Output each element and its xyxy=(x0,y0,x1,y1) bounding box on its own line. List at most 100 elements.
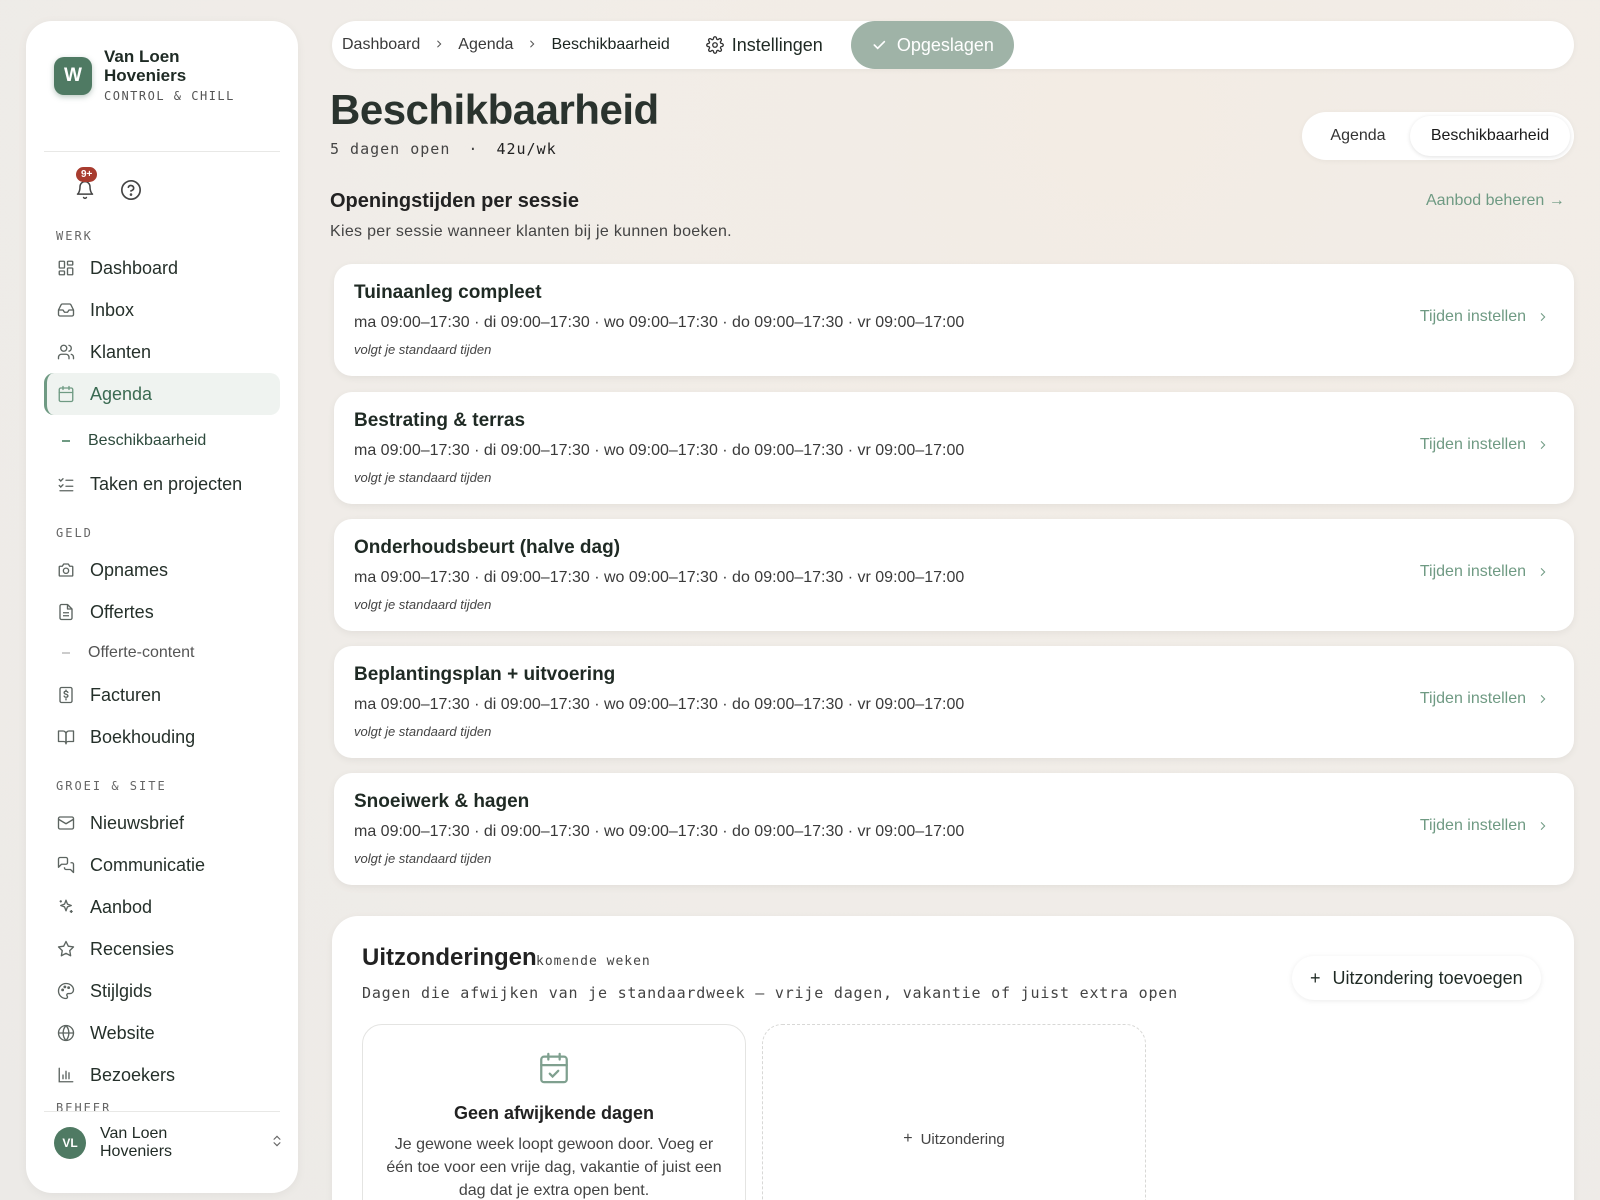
sidebar-item-label: Recensies xyxy=(90,938,175,959)
account-switcher[interactable]: VL Van Loen Hoveniers xyxy=(54,1125,284,1161)
exceptions-description: Dagen die afwijken van je standaardweek … xyxy=(362,984,1178,1002)
set-times-button[interactable]: Tijden instellen xyxy=(1420,308,1548,326)
session-name: Beplantingsplan + uitvoering xyxy=(354,664,616,685)
sidebar-item-recensies[interactable]: Recensies xyxy=(44,928,280,970)
set-times-button[interactable]: Tijden instellen xyxy=(1420,436,1548,454)
session-times: ma 09:00–17:30 · di 09:00–17:30 · wo 09:… xyxy=(354,569,965,586)
toggle-beschikbaarheid[interactable]: Beschikbaarheid xyxy=(1410,116,1570,156)
calendar-icon xyxy=(56,384,76,404)
session-card: Beplantingsplan + uitvoering ma 09:00–17… xyxy=(334,646,1574,758)
session-name: Snoeiwerk & hagen xyxy=(354,791,530,812)
session-card: Tuinaanleg compleet ma 09:00–17:30 · di … xyxy=(334,264,1574,376)
gear-icon xyxy=(705,36,724,54)
set-times-label: Tijden instellen xyxy=(1419,563,1526,580)
session-card: Onderhoudsbeurt (halve dag) ma 09:00–17:… xyxy=(334,519,1574,631)
document-icon xyxy=(56,602,76,622)
sidebar-item-offertes[interactable]: Offertes xyxy=(44,591,280,633)
saved-status-button[interactable]: Opgeslagen xyxy=(850,21,1014,69)
empty-state-card: Geen afwijkende dagen Je gewone week loo… xyxy=(362,1024,746,1200)
subitem-marker xyxy=(62,440,70,442)
notifications-button[interactable]: 9+ xyxy=(72,167,98,203)
page-title: Beschikbaarheid xyxy=(330,86,659,133)
sidebar-item-aanbod[interactable]: Aanbod xyxy=(44,886,280,928)
sidebar-item-website[interactable]: Website xyxy=(44,1012,280,1054)
sidebar-item-nieuwsbrief[interactable]: Nieuwsbrief xyxy=(44,802,280,844)
sidebar-item-facturen[interactable]: Facturen xyxy=(44,674,280,716)
session-card: Bestrating & terras ma 09:00–17:30 · di … xyxy=(334,392,1574,504)
breadcrumb-agenda[interactable]: Agenda xyxy=(458,36,513,54)
sidebar-item-dashboard[interactable]: Dashboard xyxy=(44,247,280,289)
days-open: 5 dagen open xyxy=(330,140,451,158)
saved-label: Opgeslagen xyxy=(896,34,994,55)
star-icon xyxy=(56,939,76,959)
sidebar-subitem-beschikbaarheid[interactable]: Beschikbaarheid xyxy=(44,424,280,458)
sidebar-item-label: Nieuwsbrief xyxy=(90,812,185,833)
topbar: Dashboard Agenda Beschikbaarheid Instell… xyxy=(332,21,1574,69)
sidebar-item-bezoekers[interactable]: Bezoekers xyxy=(44,1054,280,1096)
sidebar-item-stijlgids[interactable]: Stijlgids xyxy=(44,970,280,1012)
empty-state-description: Je gewone week loopt gewoon door. Voeg e… xyxy=(386,1136,722,1199)
session-name: Tuinaanleg compleet xyxy=(354,282,542,303)
set-times-label: Tijden instellen xyxy=(1419,308,1526,325)
manage-offer-link[interactable]: Aanbod beheren → xyxy=(1426,192,1565,210)
subtitle-separator: · xyxy=(468,140,479,158)
toggle-agenda[interactable]: Agenda xyxy=(1306,116,1410,156)
page-subtitle: 5 dagen open · 42u/wk xyxy=(330,140,557,158)
sidebar-item-inbox[interactable]: Inbox xyxy=(44,289,280,331)
sidebar-item-boekhouding[interactable]: Boekhouding xyxy=(44,716,280,758)
help-button[interactable] xyxy=(118,177,144,203)
sidebar-item-taken[interactable]: Taken en projecten xyxy=(44,463,280,505)
set-times-button[interactable]: Tijden instellen xyxy=(1420,690,1548,708)
check-icon xyxy=(871,37,887,53)
subitem-marker xyxy=(62,652,70,654)
sidebar-item-label: Beschikbaarheid xyxy=(88,432,207,449)
set-times-button[interactable]: Tijden instellen xyxy=(1420,817,1548,835)
globe-icon xyxy=(56,1023,76,1043)
sidebar-subitem-offerte-content[interactable]: Offerte-content xyxy=(44,636,280,670)
sidebar-item-label: Bezoekers xyxy=(90,1064,176,1085)
brand-tagline: CONTROL & CHILL xyxy=(104,89,235,103)
users-icon xyxy=(56,342,76,362)
sidebar-item-agenda[interactable]: Agenda xyxy=(44,373,280,415)
sidebar-item-opnames[interactable]: Opnames xyxy=(44,549,280,591)
brand-logo: W xyxy=(54,57,92,95)
avatar: VL xyxy=(54,1127,86,1159)
add-exception-card[interactable]: + Uitzondering xyxy=(762,1024,1146,1200)
chevron-right-icon xyxy=(1538,692,1548,706)
sidebar-item-label: Offertes xyxy=(90,601,154,622)
weekly-hours: 42u/wk xyxy=(496,140,557,158)
notification-badge: 9+ xyxy=(76,167,98,182)
sidebar-item-label: Klanten xyxy=(90,341,152,362)
inbox-icon xyxy=(56,300,76,320)
chevron-right-icon xyxy=(434,37,444,53)
add-exception-card-label: Uitzondering xyxy=(920,1130,1005,1148)
invoice-icon xyxy=(56,685,76,705)
dashboard-icon xyxy=(56,258,76,278)
sidebar-item-label: Inbox xyxy=(90,299,135,320)
session-note: volgt je standaard tijden xyxy=(354,342,492,357)
camera-icon xyxy=(56,560,76,580)
bell-icon xyxy=(76,180,94,200)
sidebar-item-label: Agenda xyxy=(90,383,153,404)
sidebar-item-label: Stijlgids xyxy=(90,980,153,1001)
set-times-label: Tijden instellen xyxy=(1419,690,1526,707)
add-exception-button[interactable]: + Uitzondering toevoegen xyxy=(1292,956,1541,1000)
brand[interactable]: W Van Loen Hoveniers CONTROL & CHILL xyxy=(54,47,235,103)
chevron-right-icon xyxy=(1538,565,1548,579)
sidebar-item-klanten[interactable]: Klanten xyxy=(44,331,280,373)
chevron-right-icon xyxy=(1538,819,1548,833)
brand-name: Van Loen Hoveniers xyxy=(104,47,187,85)
user-name: Van Loen Hoveniers xyxy=(100,1125,173,1160)
sidebar-divider xyxy=(44,151,280,152)
set-times-button[interactable]: Tijden instellen xyxy=(1420,563,1548,581)
exceptions-panel: Uitzonderingen komende weken Dagen die a… xyxy=(332,916,1574,1200)
settings-button[interactable]: Instellingen xyxy=(705,34,823,56)
session-card: Snoeiwerk & hagen ma 09:00–17:30 · di 09… xyxy=(334,773,1574,885)
empty-state-title: Geen afwijkende dagen xyxy=(453,1103,655,1123)
breadcrumb-dashboard[interactable]: Dashboard xyxy=(342,36,420,54)
settings-label: Instellingen xyxy=(731,34,823,55)
chevron-right-icon xyxy=(527,37,537,53)
session-note: volgt je standaard tijden xyxy=(354,597,492,612)
sparkles-icon xyxy=(56,897,76,917)
sidebar-item-communicatie[interactable]: Communicatie xyxy=(44,844,280,886)
